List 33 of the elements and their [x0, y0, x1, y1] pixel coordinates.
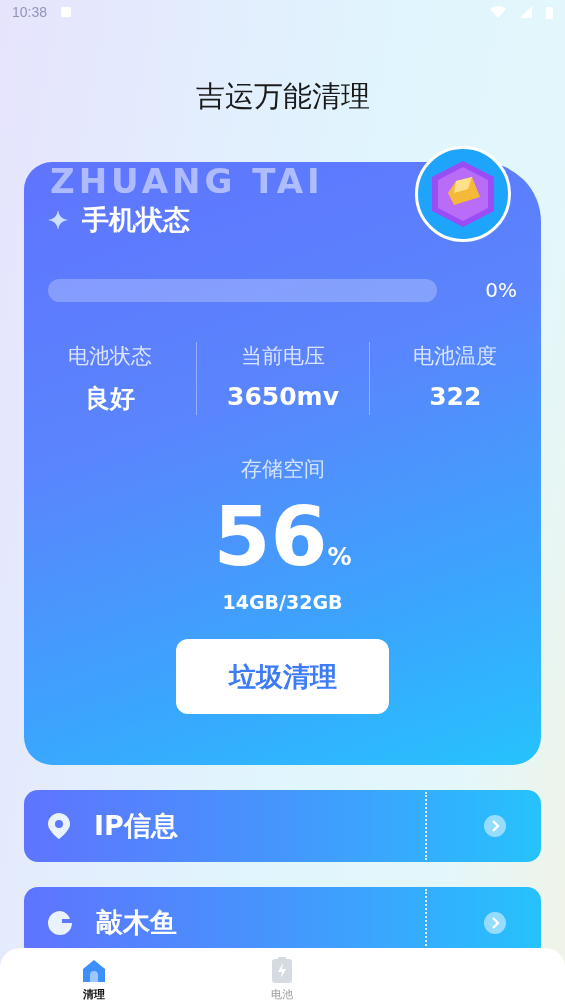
battery-icon	[272, 957, 293, 983]
stat-value: 3650mv	[227, 382, 339, 411]
stat-value: 良好	[85, 383, 136, 415]
progress-reading: 0%	[485, 278, 517, 302]
gem-drawing	[432, 161, 494, 227]
stat-label: 当前电压	[241, 343, 325, 370]
feature-label: IP信息	[94, 809, 178, 843]
feature-card[interactable]: IP信息	[24, 790, 541, 862]
stat-label: 电池状态	[68, 343, 153, 370]
percent-unit: %	[327, 543, 352, 571]
stat-value: 322	[429, 382, 482, 411]
card-watermark-text: ZHUANG TAI	[50, 162, 324, 200]
storage-label: 存储空间	[240, 456, 325, 483]
storage-detail: 14GB/32GB	[222, 591, 343, 613]
home-icon	[82, 959, 107, 983]
clean-button[interactable]: 垃圾清理	[176, 639, 389, 714]
sparkle-icon	[48, 210, 68, 230]
card-title: 手机状态	[82, 203, 190, 237]
nav-tab[interactable]: 电池	[188, 948, 377, 1004]
stat-label: 电池温度	[413, 343, 498, 370]
notification-icon	[61, 7, 72, 17]
chevron-right-icon	[484, 815, 506, 837]
location-pin-icon	[48, 813, 70, 839]
wifi-icon	[490, 6, 506, 18]
feature-card[interactable]: 敲木鱼	[24, 887, 541, 948]
storage-percent: 56	[213, 489, 328, 584]
feature-label: 敲木鱼	[96, 906, 177, 940]
chevron-right-icon	[484, 912, 506, 934]
app-title: 吉运万能清理	[194, 78, 371, 115]
signal-icon	[520, 6, 532, 18]
status-time: 10:38	[12, 4, 48, 20]
battery-status-icon	[546, 5, 553, 19]
nav-tab[interactable]: 清理	[0, 948, 189, 1004]
